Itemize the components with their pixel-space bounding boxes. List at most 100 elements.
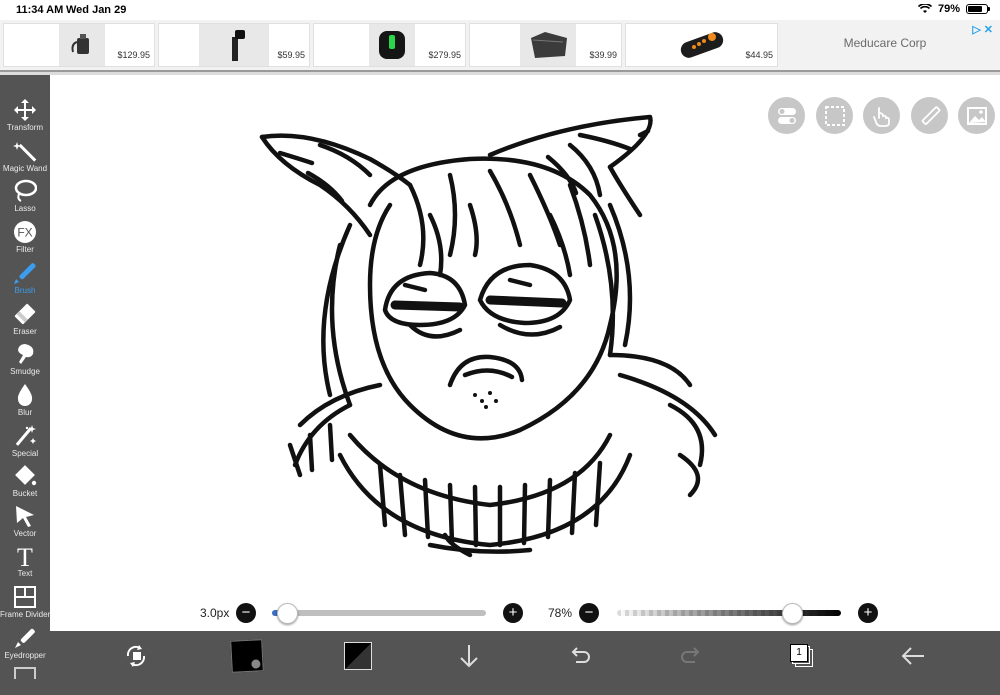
size-increase-button[interactable]: + [503,603,523,623]
eraser-icon [14,303,36,325]
tool-label: Brush [14,286,36,295]
tool-eyedropper[interactable]: Eyedropper [0,623,50,663]
vector-arrow-icon [16,506,34,527]
tool-label: Vector [13,529,37,538]
ad-item[interactable]: $129.95 [3,23,155,67]
selection-icon [824,105,845,126]
wifi-icon [917,4,932,13]
canvas-ruler-button[interactable] [911,97,948,134]
swap-colors-button[interactable] [111,631,161,681]
status-right: 79% [917,3,990,15]
charger-product [59,24,105,66]
brush-preview-button[interactable] [222,631,272,681]
canvas-selection-button[interactable] [816,97,853,134]
redo-button[interactable] [666,631,716,681]
tool-label: Text [17,569,33,578]
tool-transform[interactable]: Transform [0,95,50,135]
device-product [369,24,415,66]
layers-button[interactable]: 1 [777,631,827,681]
tool-text[interactable]: T Text [0,541,50,581]
smudge-icon [18,344,34,364]
ad-item[interactable]: $279.95 [313,23,466,67]
battery-percent: 79% [937,3,960,15]
arrow-left-icon [901,647,924,665]
tool-label: Eyedropper [4,651,46,660]
tool-label: Blur [17,408,33,417]
magic-wand-icon [13,142,37,162]
back-button[interactable] [888,631,938,681]
tool-label: Special [11,449,39,458]
ad-price: $44.95 [745,50,773,60]
blur-drop-icon [17,384,33,406]
status-date: Wed Jan 29 [66,4,127,16]
tool-label: Filter [16,245,34,254]
ad-item[interactable]: $44.95 [625,23,778,67]
tool-frame-divider[interactable]: Frame Divider [0,582,50,622]
drawing-canvas[interactable] [50,75,1000,631]
tool-label: Magic Wand [2,164,48,173]
layers-icon: 1 [790,644,814,668]
size-slider-knob[interactable] [276,603,298,624]
opacity-decrease-button[interactable]: − [579,603,599,623]
color-picker-button[interactable] [333,631,383,681]
canvas-finger-button[interactable] [863,97,900,134]
status-bar: 11:34 AM Wed Jan 29 79% [0,0,1000,20]
tool-filter[interactable]: FX Filter [0,217,50,257]
tool-magic-wand[interactable]: Magic Wand [0,136,50,176]
battery-icon [966,4,990,14]
tool-blur[interactable]: Blur [0,380,50,420]
undo-icon [571,647,590,663]
opacity-slider-track[interactable] [617,610,841,616]
canvas-image-button[interactable] [958,97,995,134]
size-slider-track[interactable] [272,610,486,616]
tool-lasso[interactable]: Lasso [0,176,50,216]
tool-label: Smudge [10,367,40,376]
tool-label: Lasso [14,204,36,213]
toggle-icon [777,107,796,124]
tool-label: Transform [6,123,44,132]
ruler-pencil-icon [921,105,940,125]
status-time: 11:34 AM [16,4,64,16]
arrow-down-icon [460,645,478,668]
color-swatch [344,642,372,670]
move-icon [14,99,36,121]
adchoices-icon[interactable]: ▷✕ [972,23,996,36]
ad-price: $279.95 [428,50,461,60]
tool-brush[interactable]: Brush [0,258,50,298]
tool-eraser[interactable]: Eraser [0,299,50,339]
size-decrease-button[interactable]: − [236,603,256,623]
svg-text:T: T [17,544,33,568]
ad-item[interactable]: $59.95 [158,23,310,67]
opacity-increase-button[interactable]: + [858,603,878,623]
ad-item[interactable]: $39.99 [469,23,622,67]
finger-icon [872,106,890,127]
tool-sidebar: Transform Magic Wand Lasso FX Filter Bru… [0,75,50,695]
toolbar-more-indicator[interactable] [14,667,36,679]
ad-price: $129.95 [117,50,150,60]
undo-button[interactable] [555,631,605,681]
ad-banner[interactable]: $129.95 $59.95 $279.95 $39.99 $44.95 Med… [0,20,1000,70]
tool-special[interactable]: Special [0,421,50,461]
brush-size-value: 3.0px [200,606,230,620]
tool-label: Bucket [12,489,38,498]
ad-price: $39.99 [589,50,617,60]
sketch-drawing [259,114,718,558]
opacity-value: 78% [548,606,573,620]
download-button[interactable] [444,631,494,681]
case-product [520,24,576,66]
lasso-icon [14,179,37,202]
special-wand-icon [15,425,36,446]
brush-icon [14,263,36,284]
eyedropper-icon [15,628,35,648]
opacity-slider-knob[interactable] [781,603,803,624]
tool-vector[interactable]: Vector [0,501,50,541]
layers-count: 1 [790,644,808,662]
text-icon: T [17,544,33,568]
bucket-icon [15,465,37,486]
tool-bucket[interactable]: Bucket [0,461,50,501]
tool-smudge[interactable]: Smudge [0,339,50,379]
canvas-toggle-button[interactable] [768,97,805,134]
gimbal-product [199,24,269,66]
ad-brand[interactable]: Meducare Corp [800,36,970,50]
image-icon [966,106,987,125]
